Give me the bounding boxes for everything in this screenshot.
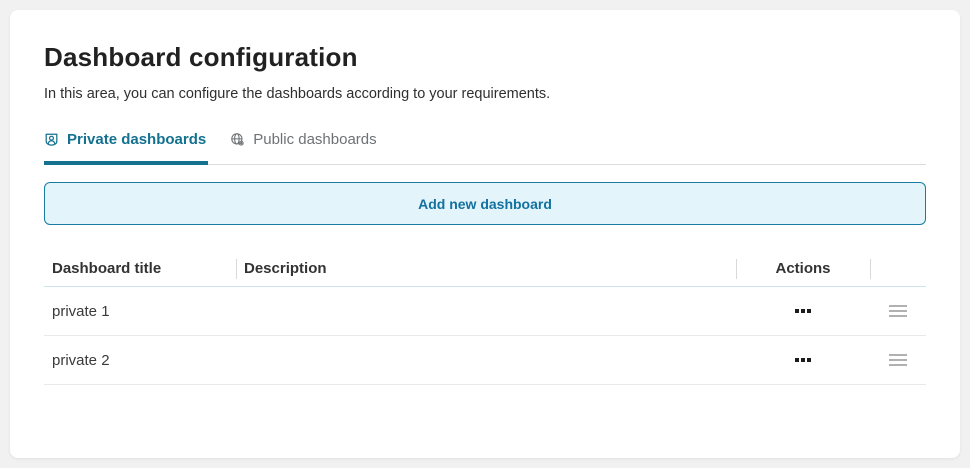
dashboards-table: Dashboard title Description Actions priv… (44, 251, 926, 385)
column-header-actions: Actions (736, 251, 870, 286)
table-row: private 1 (44, 287, 926, 336)
globe-settings-icon (230, 132, 245, 147)
row-actions-button[interactable] (789, 352, 817, 368)
column-header-description: Description (236, 251, 736, 286)
drag-handle-icon[interactable] (885, 350, 911, 370)
column-header-drag (870, 251, 926, 286)
dashboard-configuration-card: Dashboard configuration In this area, yo… (10, 10, 960, 458)
add-new-dashboard-button[interactable]: Add new dashboard (44, 182, 926, 225)
dashboard-title-cell: private 1 (52, 302, 110, 320)
tab-label: Public dashboards (253, 131, 377, 148)
drag-handle-icon[interactable] (885, 301, 911, 321)
user-shield-icon (44, 132, 59, 147)
dashboard-title-cell: private 2 (52, 351, 110, 369)
ellipsis-icon (795, 358, 811, 362)
tab-label: Private dashboards (67, 131, 207, 148)
ellipsis-icon (795, 309, 811, 313)
tab-public-dashboards[interactable]: Public dashboards (230, 131, 378, 165)
table-header-row: Dashboard title Description Actions (44, 251, 926, 287)
page-title: Dashboard configuration (44, 42, 358, 72)
tab-private-dashboards[interactable]: Private dashboards (44, 131, 209, 165)
row-actions-button[interactable] (789, 303, 817, 319)
dashboard-tabs: Private dashboards Public dashboards (44, 131, 926, 165)
table-row: private 2 (44, 336, 926, 385)
page-subtitle: In this area, you can configure the dash… (44, 86, 551, 102)
column-header-dashboard-title: Dashboard title (52, 260, 162, 277)
